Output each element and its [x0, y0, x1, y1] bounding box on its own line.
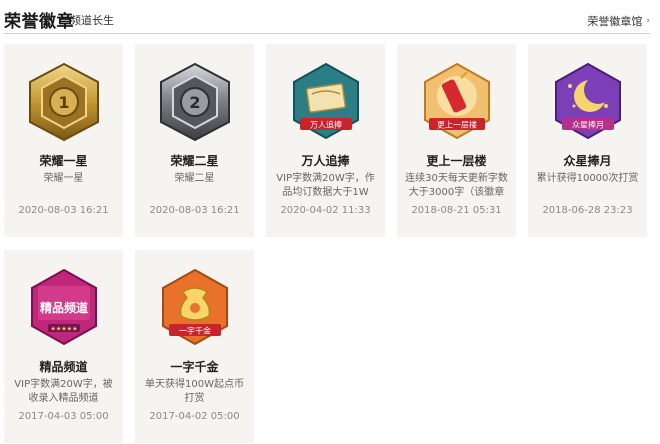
moon-stars-badge-icon: 众星捧月 [548, 60, 628, 144]
svg-text:一字千金: 一字千金 [179, 326, 211, 336]
badge-name: 荣耀二星 [170, 154, 219, 168]
badge-card[interactable]: 更上一层楼 更上一层楼 连续30天每天更新字数大于3000字（该徽章 2018-… [397, 44, 516, 237]
badge-name: 众星捧月 [563, 154, 612, 168]
svg-text:1: 1 [58, 93, 69, 112]
badge-hall-link-label: 荣誉徽章馆 [587, 15, 643, 28]
badge-hall-link[interactable]: 荣誉徽章馆 › [587, 13, 650, 29]
badge-card[interactable]: 1 荣耀一星 荣耀一星 2020-08-03 16:21 [4, 44, 123, 237]
money-bag-badge-icon: 一字千金 [155, 266, 235, 350]
badge-date: 2018-06-28 23:23 [542, 205, 633, 216]
silver-star-2-medal-icon: 2 [155, 60, 235, 144]
badge-date: 2017-04-03 05:00 [18, 411, 109, 422]
gold-star-1-medal-icon: 1 [24, 60, 104, 144]
badge-description: 连续30天每天更新字数大于3000字（该徽章 [405, 173, 508, 198]
badge-name: 荣耀一星 [39, 154, 88, 168]
badge-description: 荣耀二星 [174, 173, 215, 184]
svg-text:精品频道: 精品频道 [40, 300, 88, 315]
badge-date: 2017-04-02 05:00 [149, 411, 240, 422]
chevron-right-icon: › [646, 16, 650, 26]
firecracker-badge-icon: 更上一层楼 [417, 60, 497, 144]
badge-date: 2020-04-02 11:33 [280, 205, 371, 216]
page-subtitle: 频道长生 [70, 14, 114, 27]
badge-name: 精品频道 [39, 360, 88, 374]
header-divider [4, 33, 650, 34]
page-title: 荣誉徽章 [4, 12, 74, 32]
badge-date: 2018-08-21 05:31 [411, 205, 502, 216]
badge-description: 累计获得10000次打赏 [536, 173, 639, 184]
svg-text:万人追捧: 万人追捧 [310, 120, 342, 130]
badge-card[interactable]: 众星捧月 众星捧月 累计获得10000次打赏 2018-06-28 23:23 [528, 44, 647, 237]
badge-date: 2020-08-03 16:21 [149, 205, 240, 216]
badge-description: VIP字数满20W字，作品均订数据大于1W [276, 173, 375, 198]
svg-text:众星捧月: 众星捧月 [572, 120, 604, 130]
svg-text:更上一层楼: 更上一层楼 [437, 120, 477, 130]
premium-channel-badge-icon: 精品频道 ★★★★★ [24, 266, 104, 350]
badge-name: 一字千金 [170, 360, 219, 374]
badge-card[interactable]: 万人追捧 万人追捧 VIP字数满20W字，作品均订数据大于1W 2020-04-… [266, 44, 385, 237]
badge-description: VIP字数满20W字，被收录入精品频道 [14, 379, 113, 404]
badge-card[interactable]: 一字千金 一字千金 单天获得100W起点币打赏 2017-04-02 05:00 [135, 250, 254, 443]
badge-description: 荣耀一星 [43, 173, 84, 184]
badge-card[interactable]: 2 荣耀二星 荣耀二星 2020-08-03 16:21 [135, 44, 254, 237]
badge-name: 更上一层楼 [426, 154, 487, 168]
svg-text:★★★★★: ★★★★★ [51, 326, 78, 333]
page-header: 荣誉徽章 频道长生 荣誉徽章馆 › [0, 0, 660, 34]
badge-name: 万人追捧 [301, 154, 350, 168]
badge-card[interactable]: 精品频道 ★★★★★ 精品频道 VIP字数满20W字，被收录入精品频道 2017… [4, 250, 123, 443]
scroll-banner-badge-icon: 万人追捧 [286, 60, 366, 144]
svg-text:2: 2 [189, 93, 200, 112]
badge-date: 2020-08-03 16:21 [18, 205, 109, 216]
badge-description: 单天获得100W起点币打赏 [145, 379, 244, 404]
